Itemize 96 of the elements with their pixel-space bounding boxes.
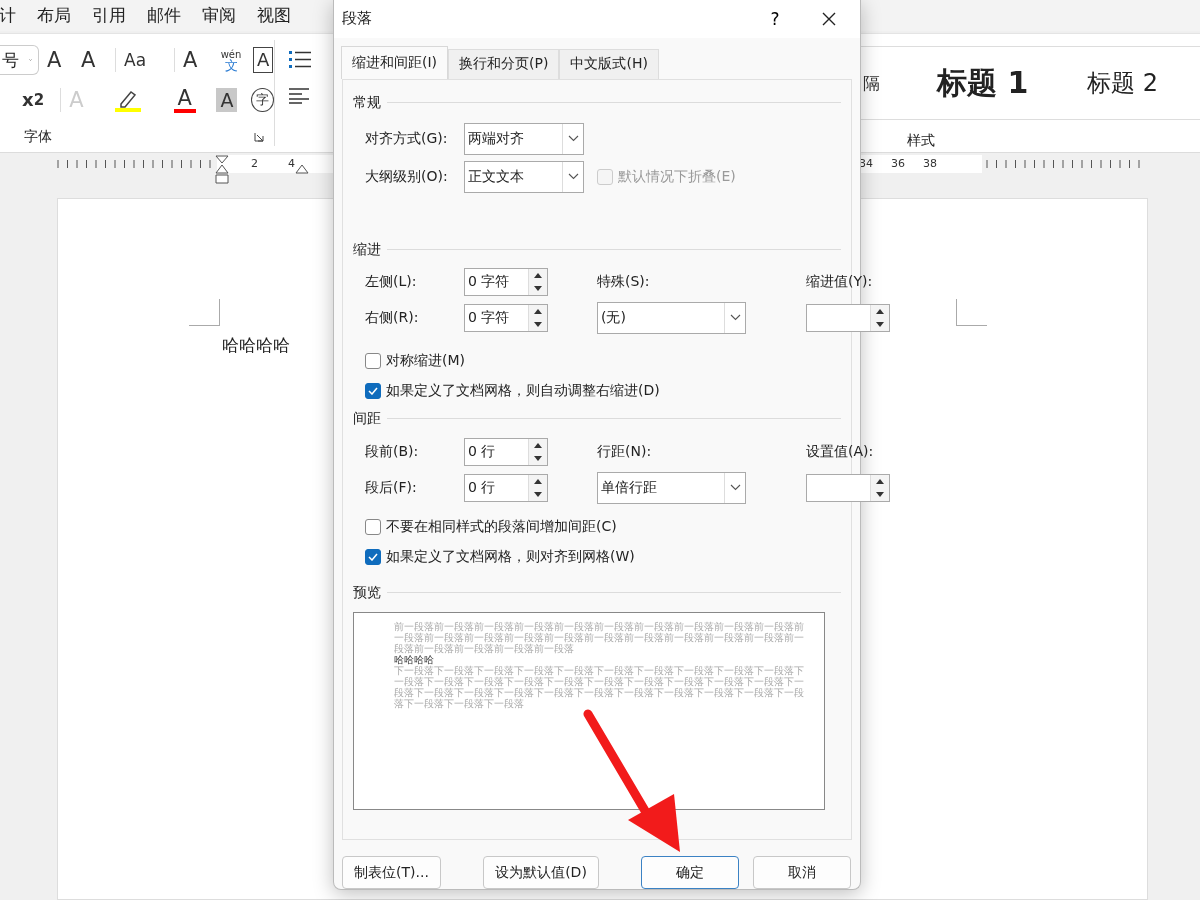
spin-down-icon[interactable] — [876, 491, 884, 497]
chevron-down-icon — [729, 484, 741, 492]
shrink-font-button[interactable]: A — [81, 48, 107, 73]
spin-field[interactable]: 0 行 — [464, 473, 548, 502]
tab[interactable]: 缩进和间距(I) — [341, 45, 449, 79]
checkbox-label: 如果定义了文档网格，则对齐到网格(W) — [386, 547, 635, 566]
field-label: 段后(F): — [365, 478, 418, 497]
bullet-list-icon[interactable] — [289, 50, 311, 69]
section-heading: 常规 — [353, 93, 381, 112]
dialog-button[interactable]: 确定 — [641, 856, 739, 889]
ruler-number: 2 — [251, 157, 258, 171]
font-size-combo[interactable]: 号 — [0, 45, 39, 76]
ruler-number: 36 — [891, 157, 905, 171]
marker-pen-icon — [115, 88, 142, 113]
line-spacing-combo[interactable]: 单倍行距 — [597, 471, 746, 504]
spin-field[interactable]: 0 字符 — [464, 267, 548, 296]
dialog-button[interactable]: 设为默认值(D) — [483, 856, 599, 889]
special-indent-combo[interactable]: (无) — [597, 301, 746, 334]
field-label: 缩进值(Y): — [806, 272, 874, 291]
group-label: 样式 — [907, 132, 936, 151]
group-label: 字体 — [24, 128, 52, 147]
margin-corner-mark — [956, 299, 987, 326]
help-button[interactable]: ? — [750, 0, 800, 37]
checkbox[interactable] — [365, 548, 381, 565]
dialog-button[interactable]: 制表位(T)... — [342, 856, 441, 889]
ruby-text: wén — [220, 49, 242, 61]
section-heading: 缩进 — [353, 240, 381, 259]
checkbox-label: 如果定义了文档网格，则自动调整右缩进(D) — [386, 381, 660, 400]
checkbox-label: 对称缩进(M) — [386, 351, 465, 370]
spin-down-icon[interactable] — [534, 285, 542, 291]
spin-up-icon[interactable] — [534, 478, 542, 484]
checkbox[interactable] — [365, 352, 381, 369]
indent-marker-icon[interactable] — [215, 154, 229, 187]
checkbox[interactable] — [365, 382, 381, 399]
checkbox-label: 不要在相同样式的段落间增加间距(C) — [386, 517, 617, 536]
field-label: 特殊(S): — [597, 272, 651, 291]
chevron-down-icon — [567, 135, 579, 143]
preview-text: 哈哈哈哈 — [394, 653, 434, 665]
spin-up-icon[interactable] — [876, 308, 884, 314]
field-label: 对齐方式(G): — [365, 129, 449, 148]
spin-up-icon[interactable] — [534, 308, 542, 314]
dialog-button[interactable]: 取消 — [753, 856, 851, 889]
character-shading-button[interactable]: A — [216, 88, 238, 113]
spin-field[interactable]: 0 行 — [464, 437, 548, 466]
tab[interactable]: 中文版式(H) — [559, 48, 659, 79]
menu-tab[interactable]: 引用 — [92, 4, 126, 28]
spin-field[interactable] — [806, 473, 890, 502]
section-heading: 间距 — [353, 409, 381, 428]
window-title: 段落 — [342, 9, 373, 29]
checkbox[interactable] — [365, 518, 381, 535]
spin-down-icon[interactable] — [534, 321, 542, 327]
check-icon — [368, 386, 378, 395]
phonetic-char: 文 — [224, 60, 238, 72]
spin-field[interactable] — [806, 303, 890, 332]
field-label: 右侧(R): — [365, 308, 420, 327]
change-case-button[interactable]: Aa — [115, 48, 166, 73]
font-color-button[interactable]: A — [168, 87, 201, 113]
ruler-number: 38 — [923, 157, 937, 171]
chevron-down-icon — [729, 314, 741, 322]
field-label: 设置值(A): — [806, 442, 875, 461]
checkbox-label: 默认情况下折叠(E) — [618, 167, 736, 186]
align-left-icon[interactable] — [289, 88, 309, 105]
check-icon — [368, 552, 378, 561]
dialog-launcher-icon[interactable] — [254, 132, 264, 143]
close-icon — [822, 11, 836, 26]
field-label: 大纲级别(O): — [365, 167, 449, 186]
field-label: 左侧(L): — [365, 272, 418, 291]
character-border-button[interactable]: A — [253, 47, 274, 74]
style-item[interactable]: 隔 — [863, 71, 937, 95]
spin-down-icon[interactable] — [534, 491, 542, 497]
phonetic-guide-button[interactable]: wén 文 — [217, 49, 245, 72]
document-text: 哈哈哈哈 — [222, 334, 290, 357]
chevron-down-icon — [567, 173, 579, 181]
field-label: 段前(B): — [365, 442, 420, 461]
style-item[interactable]: 标题 2 — [1087, 67, 1158, 100]
grow-font-button[interactable]: A — [47, 48, 73, 73]
menu-tab[interactable]: 邮件 — [147, 4, 181, 28]
spin-up-icon[interactable] — [876, 478, 884, 484]
spin-down-icon[interactable] — [534, 455, 542, 461]
style-item[interactable]: 标题 1 — [937, 62, 1087, 104]
section-heading: 预览 — [353, 583, 381, 602]
spin-up-icon[interactable] — [534, 442, 542, 448]
spin-field[interactable]: 0 字符 — [464, 303, 548, 332]
field-label: 行距(N): — [597, 442, 653, 461]
spin-down-icon[interactable] — [876, 321, 884, 327]
indent-marker-icon[interactable] — [295, 163, 309, 174]
margin-corner-mark — [189, 299, 220, 326]
outline-level-combo[interactable]: 正文文本 — [464, 160, 584, 193]
clear-format-button[interactable]: A — [174, 48, 209, 73]
menu-tab[interactable]: 审阅 — [202, 4, 236, 28]
spin-up-icon[interactable] — [534, 272, 542, 278]
menu-tab[interactable]: 视图 — [257, 4, 291, 28]
menu-tab[interactable]: 布局 — [37, 4, 71, 28]
ruler-number: 4 — [288, 157, 295, 171]
alignment-combo[interactable]: 两端对齐 — [464, 122, 584, 155]
tab[interactable]: 换行和分页(P) — [448, 48, 560, 79]
